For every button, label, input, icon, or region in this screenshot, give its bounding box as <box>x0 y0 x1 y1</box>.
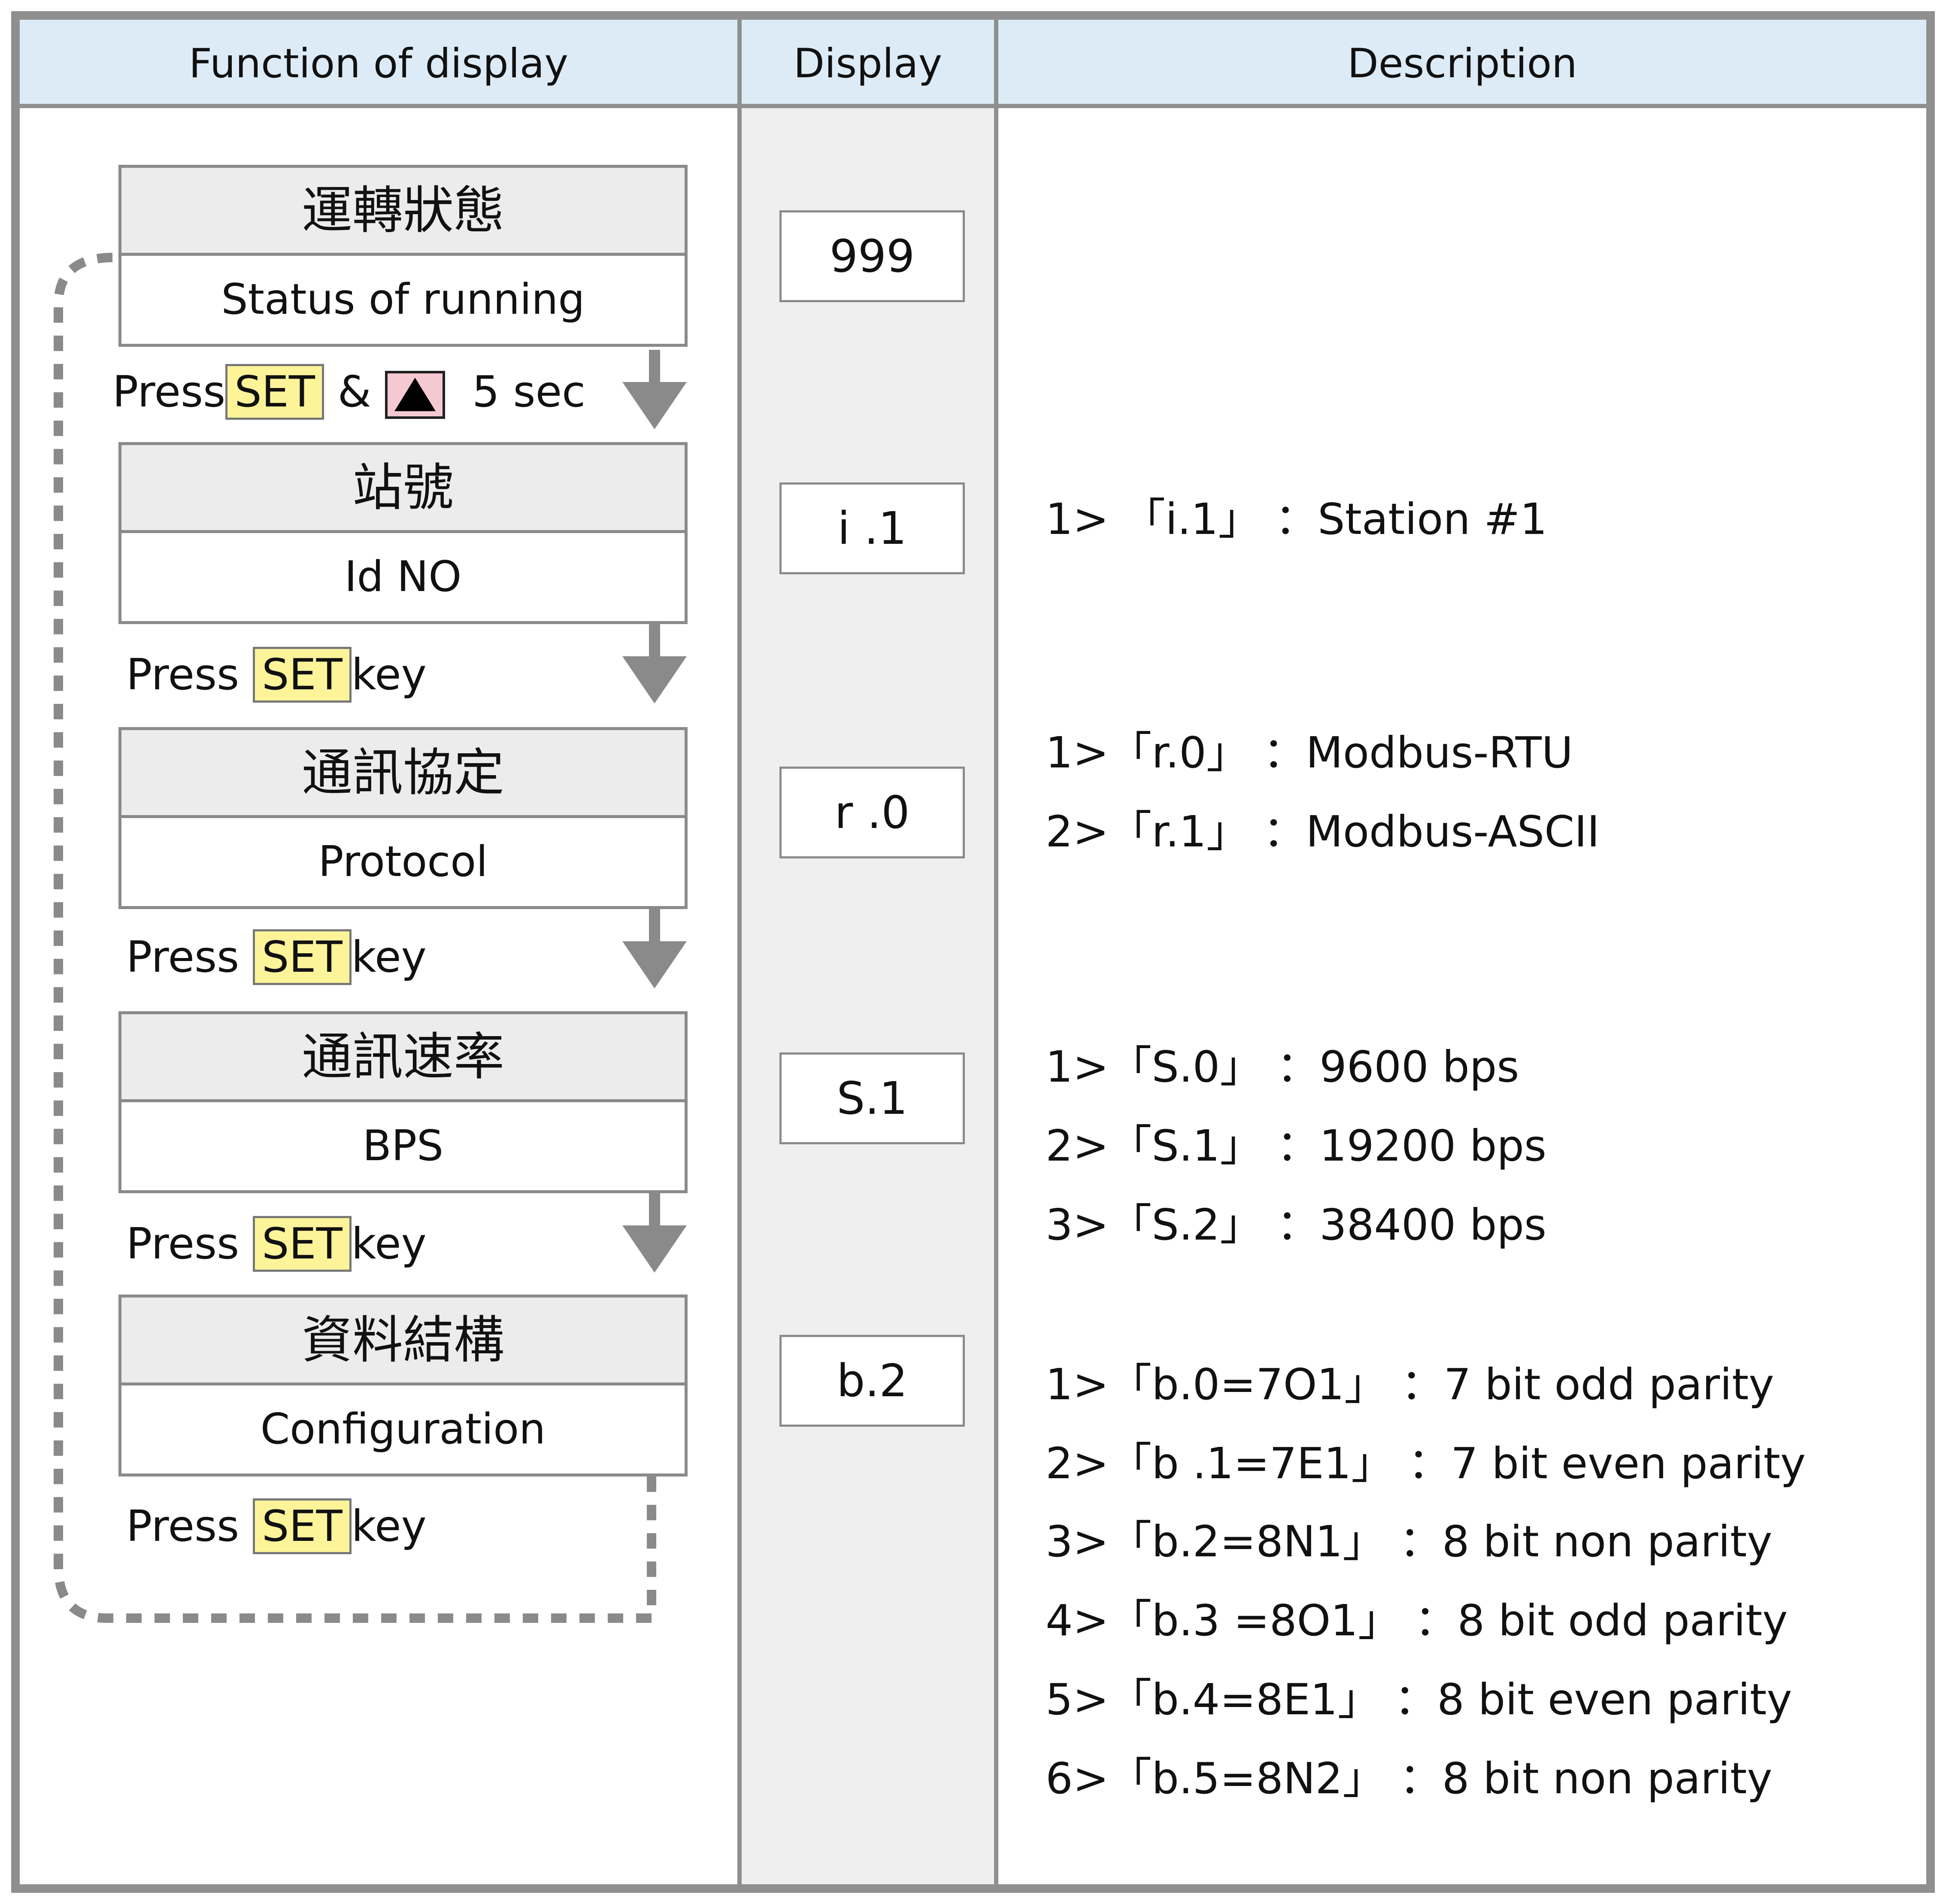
step-config-en: Configuration <box>118 1386 688 1477</box>
press-set-key-instruction: Press SET key <box>126 1497 427 1555</box>
desc-config-1: 1>「b.0=7O1」 ：7 bit odd parity <box>1046 1359 1774 1410</box>
desc-protocol-2: 2>「r.1」 ：Modbus-ASCII <box>1046 806 1600 857</box>
hold-duration: 5 sec <box>472 367 586 417</box>
down-arrow-icon <box>622 624 687 703</box>
desc-bps-2: 2>「S.1」 ：19200 bps <box>1046 1121 1547 1171</box>
desc-bps-1: 1>「S.0」 ：9600 bps <box>1046 1042 1519 1092</box>
step-id-en: Id NO <box>118 533 688 624</box>
press-set-up-instruction: Press SET & 5 sec <box>112 364 585 420</box>
display-value-id: i .1 <box>779 482 965 574</box>
step-running-en: Status of running <box>118 256 688 347</box>
ampersand: & <box>337 367 371 417</box>
step-id-zh: 站號 <box>118 442 688 533</box>
step-protocol-zh: 通訊協定 <box>118 727 688 818</box>
step-running-zh: 運轉狀態 <box>118 165 688 256</box>
set-key: SET <box>252 1498 352 1554</box>
display-value-bps: S.1 <box>779 1052 965 1144</box>
press-label: Press <box>126 932 239 982</box>
down-arrow-icon <box>622 909 687 988</box>
down-arrow-icon <box>622 1193 687 1273</box>
set-key: SET <box>225 364 324 420</box>
desc-station-1: 1> 「i.1」 ：Station #1 <box>1046 494 1547 544</box>
press-label: Press <box>126 1219 239 1269</box>
press-set-key-instruction: Press SET key <box>126 646 427 704</box>
key-label: key <box>351 649 427 700</box>
press-label: Press <box>112 367 226 417</box>
press-set-key-instruction: Press SET key <box>126 928 427 986</box>
set-key: SET <box>252 1216 352 1272</box>
step-bps-zh: 通訊速率 <box>118 1011 688 1102</box>
display-value-config: b.2 <box>779 1335 965 1427</box>
desc-config-4: 4>「b.3 =8O1」 ：8 bit odd parity <box>1046 1595 1788 1646</box>
up-triangle-icon <box>385 370 445 419</box>
desc-config-2: 2>「b .1=7E1」 ：7 bit even parity <box>1046 1438 1806 1489</box>
step-bps-en: BPS <box>118 1102 688 1193</box>
display-value-protocol: r .0 <box>779 767 965 858</box>
display-value-running: 999 <box>779 210 965 302</box>
press-set-key-instruction: Press SET key <box>126 1215 427 1273</box>
desc-config-5: 5>「b.4=8E1」 ：8 bit even parity <box>1046 1674 1792 1725</box>
step-config-zh: 資料結構 <box>118 1295 688 1386</box>
desc-protocol-1: 1>「r.0」 ：Modbus-RTU <box>1046 728 1573 778</box>
desc-bps-3: 3>「S.2」 ：38400 bps <box>1046 1200 1547 1250</box>
set-key: SET <box>252 647 352 703</box>
key-label: key <box>351 932 427 982</box>
desc-config-3: 3>「b.2=8N1」 ：8 bit non parity <box>1046 1516 1773 1567</box>
key-label: key <box>351 1501 427 1551</box>
key-label: key <box>351 1219 427 1269</box>
press-label: Press <box>126 1501 239 1551</box>
press-label: Press <box>126 649 239 700</box>
step-protocol-en: Protocol <box>118 818 688 909</box>
set-key: SET <box>252 929 352 985</box>
down-arrow-icon <box>622 350 687 429</box>
desc-config-6: 6>「b.5=8N2」 ：8 bit non parity <box>1046 1753 1773 1804</box>
